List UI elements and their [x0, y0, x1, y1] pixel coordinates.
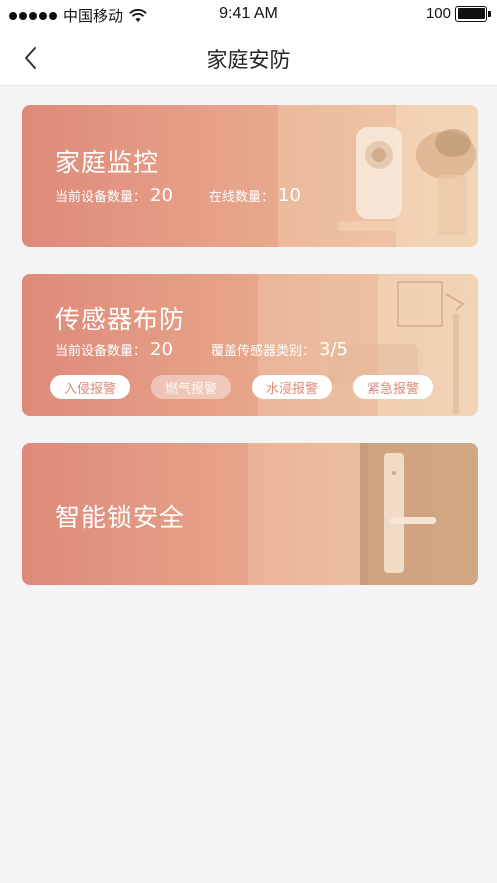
- stat-label: 覆盖传感器类别：: [211, 344, 316, 359]
- door-lock-icon: [248, 443, 478, 585]
- camera-icon: [278, 105, 478, 247]
- tag-intrusion-alarm[interactable]: 入侵报警: [50, 375, 130, 399]
- status-bar: 中国移动 9:41 AM 100: [0, 0, 497, 30]
- stat-label: 当前设备数量：: [55, 344, 147, 359]
- stat-device-count: 当前设备数量： 20: [55, 339, 173, 360]
- card-title: 传感器布防: [55, 305, 186, 334]
- page-title: 家庭安防: [206, 48, 291, 72]
- tag-gas-alarm[interactable]: 燃气报警: [151, 375, 231, 399]
- card-title: 家庭监控: [55, 148, 160, 177]
- status-time: 9:41 AM: [219, 5, 278, 22]
- stat-device-count: 当前设备数量： 20: [55, 185, 173, 206]
- nav-bar: 家庭安防: [0, 30, 497, 86]
- stat-value: 20: [150, 185, 173, 206]
- stat-value: 20: [150, 339, 173, 360]
- battery-percent: 100: [425, 5, 451, 22]
- tag-emergency-alarm[interactable]: 紧急报警: [353, 375, 433, 399]
- card-sensor-arming[interactable]: 传感器布防 当前设备数量： 20 覆盖传感器类别： 3/5 入侵报警 燃气报警 …: [22, 274, 478, 416]
- stat-value: 10: [278, 185, 301, 206]
- status-right: 100: [425, 5, 491, 22]
- stat-sensor-coverage: 覆盖传感器类别： 3/5: [211, 339, 348, 360]
- stat-label: 当前设备数量：: [55, 190, 147, 205]
- stat-value: 3/5: [319, 339, 348, 360]
- tag-water-alarm[interactable]: 水浸报警: [252, 375, 332, 399]
- card-smart-lock[interactable]: 智能锁安全: [22, 443, 478, 585]
- stat-online-count: 在线数量： 10: [209, 185, 301, 206]
- card-home-monitoring[interactable]: 家庭监控 当前设备数量： 20 在线数量： 10: [22, 105, 478, 247]
- stat-label: 在线数量：: [209, 190, 275, 205]
- battery-icon: [455, 5, 491, 22]
- card-title: 智能锁安全: [55, 503, 186, 532]
- alarm-tags: 入侵报警 燃气报警 水浸报警 紧急报警: [50, 375, 454, 399]
